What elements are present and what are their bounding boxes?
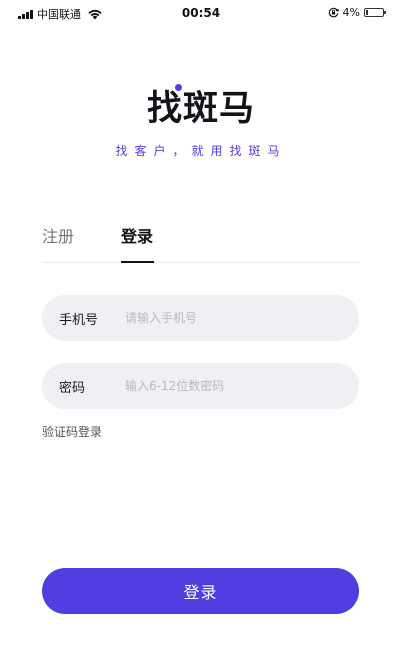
tab-register[interactable]: 注册 bbox=[42, 226, 74, 248]
sms-login-link[interactable]: 验证码登录 bbox=[42, 423, 102, 440]
battery-icon bbox=[364, 8, 386, 17]
password-field: 密码 bbox=[42, 363, 359, 409]
status-bar: 中国联通 00:54 4% bbox=[0, 0, 402, 28]
auth-tabs: 注册 登录 bbox=[42, 226, 359, 263]
tab-login[interactable]: 登录 bbox=[121, 226, 153, 248]
app-slogan: 找客户，就用找斑马 bbox=[115, 144, 287, 158]
phone-input[interactable] bbox=[125, 311, 335, 325]
password-label: 密码 bbox=[59, 380, 86, 396]
phone-field: 手机号 bbox=[42, 295, 359, 341]
login-button[interactable]: 登录 bbox=[42, 568, 359, 614]
active-tab-indicator bbox=[121, 261, 154, 263]
logo-accent-dot bbox=[175, 84, 182, 91]
orientation-lock-icon bbox=[328, 7, 339, 18]
app-logo: 找斑马 bbox=[146, 89, 255, 129]
password-input[interactable] bbox=[125, 379, 335, 393]
status-right: 4% bbox=[328, 6, 386, 19]
battery-percent: 4% bbox=[342, 6, 360, 19]
phone-label: 手机号 bbox=[59, 312, 99, 328]
